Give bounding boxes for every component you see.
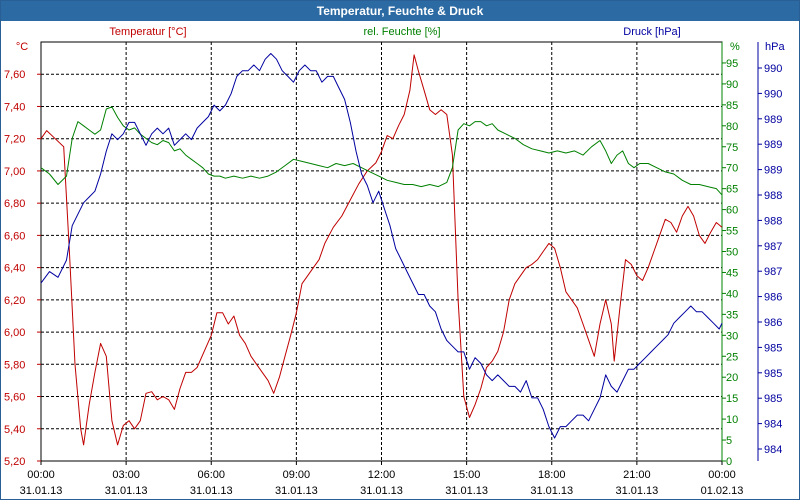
pressure-unit-label: hPa bbox=[765, 41, 785, 53]
humidity-tick-label: 70 bbox=[726, 163, 738, 175]
x-tick-date-label: 01.02.13 bbox=[701, 485, 744, 497]
humidity-tick-label: 15 bbox=[726, 393, 738, 405]
x-tick-time-label: 15:00 bbox=[453, 469, 481, 481]
humidity-tick-label: 55 bbox=[726, 226, 738, 238]
temperature-tick-label: 5,80 bbox=[4, 359, 25, 371]
pressure-tick-label: 984 bbox=[764, 444, 782, 456]
x-tick-date-label: 31.01.13 bbox=[445, 485, 488, 497]
pressure-tick-label: 985 bbox=[764, 342, 782, 354]
humidity-tick-label: 65 bbox=[726, 184, 738, 196]
chart-svg: 00:00 31.01.13 03:00 31.01.13 06:00 31.01.13 0… bbox=[4, 26, 785, 497]
x-tick-time-label: 12:00 bbox=[368, 469, 396, 481]
pressure-series-line bbox=[40, 53, 723, 439]
pressure-tick-label: 989 bbox=[764, 165, 782, 177]
x-tick-date-label: 31.01.13 bbox=[275, 485, 318, 497]
pressure-tick-label: 990 bbox=[764, 63, 782, 75]
x-tick-time-label: 21:00 bbox=[623, 469, 651, 481]
temperature-tick-label: 5,40 bbox=[4, 424, 25, 436]
x-tick-time-label: 09:00 bbox=[283, 469, 311, 481]
x-tick-time-label: 06:00 bbox=[197, 469, 225, 481]
pressure-tick-label: 985 bbox=[764, 393, 782, 405]
x-tick-time-label: 00:00 bbox=[27, 469, 55, 481]
temperature-tick-label: 6,40 bbox=[4, 263, 25, 275]
humidity-tick-label: 90 bbox=[726, 79, 738, 91]
humidity-tick-label: 30 bbox=[726, 330, 738, 342]
pressure-tick-label: 985 bbox=[764, 368, 782, 380]
temperature-tick-label: 6,20 bbox=[4, 295, 25, 307]
humidity-tick-label: 10 bbox=[726, 414, 738, 426]
humidity-tick-label: 35 bbox=[726, 309, 738, 321]
legend-label: rel. Feuchte [%] bbox=[363, 26, 440, 38]
x-tick-date-label: 31.01.13 bbox=[190, 485, 233, 497]
pressure-tick-label: 990 bbox=[764, 88, 782, 100]
humidity-tick-label: 25 bbox=[726, 351, 738, 363]
x-tick-date-label: 31.01.13 bbox=[20, 485, 63, 497]
humidity-tick-label: 95 bbox=[726, 58, 738, 70]
humidity-tick-label: 80 bbox=[726, 121, 738, 133]
temperature-tick-label: 5,20 bbox=[4, 456, 25, 468]
temperature-tick-label: 5,60 bbox=[4, 392, 25, 404]
humidity-tick-label: 50 bbox=[726, 247, 738, 259]
pressure-tick-label: 989 bbox=[764, 139, 782, 151]
x-tick-date-label: 31.01.13 bbox=[360, 485, 403, 497]
temperature-tick-label: 6,60 bbox=[4, 230, 25, 242]
humidity-tick-label: 20 bbox=[726, 372, 738, 384]
pressure-tick-label: 987 bbox=[764, 241, 782, 253]
humidity-tick-label: 40 bbox=[726, 288, 738, 300]
temperature-tick-label: 7,00 bbox=[4, 166, 25, 178]
humidity-unit-label: % bbox=[730, 41, 740, 53]
humidity-tick-label: 60 bbox=[726, 205, 738, 217]
legend-label: Temperatur [°C] bbox=[109, 26, 186, 38]
x-tick-date-label: 31.01.13 bbox=[530, 485, 573, 497]
pressure-tick-label: 988 bbox=[764, 190, 782, 202]
pressure-tick-label: 986 bbox=[764, 292, 782, 304]
x-tick-time-label: 03:00 bbox=[112, 469, 140, 481]
temperature-tick-label: 7,60 bbox=[4, 69, 25, 81]
legend-label: Druck [hPa] bbox=[623, 26, 680, 38]
pressure-tick-label: 989 bbox=[764, 114, 782, 126]
pressure-tick-label: 988 bbox=[764, 215, 782, 227]
x-tick-date-label: 31.01.13 bbox=[615, 485, 658, 497]
x-tick-date-label: 31.01.13 bbox=[105, 485, 148, 497]
pressure-tick-label: 984 bbox=[764, 419, 782, 431]
temperature-tick-label: 6,80 bbox=[4, 198, 25, 210]
temperature-unit-label: °C bbox=[16, 41, 28, 53]
humidity-tick-label: 5 bbox=[726, 435, 732, 447]
x-tick-time-label: 00:00 bbox=[708, 469, 736, 481]
humidity-tick-label: 85 bbox=[726, 100, 738, 112]
humidity-tick-label: 0 bbox=[726, 456, 732, 468]
pressure-tick-label: 987 bbox=[764, 266, 782, 278]
temperature-tick-label: 7,40 bbox=[4, 101, 25, 113]
temperature-tick-label: 7,20 bbox=[4, 134, 25, 146]
x-tick-time-label: 18:00 bbox=[538, 469, 566, 481]
pressure-tick-label: 986 bbox=[764, 317, 782, 329]
humidity-tick-label: 75 bbox=[726, 142, 738, 154]
temperature-tick-label: 6,00 bbox=[4, 327, 25, 339]
humidity-tick-label: 45 bbox=[726, 267, 738, 279]
